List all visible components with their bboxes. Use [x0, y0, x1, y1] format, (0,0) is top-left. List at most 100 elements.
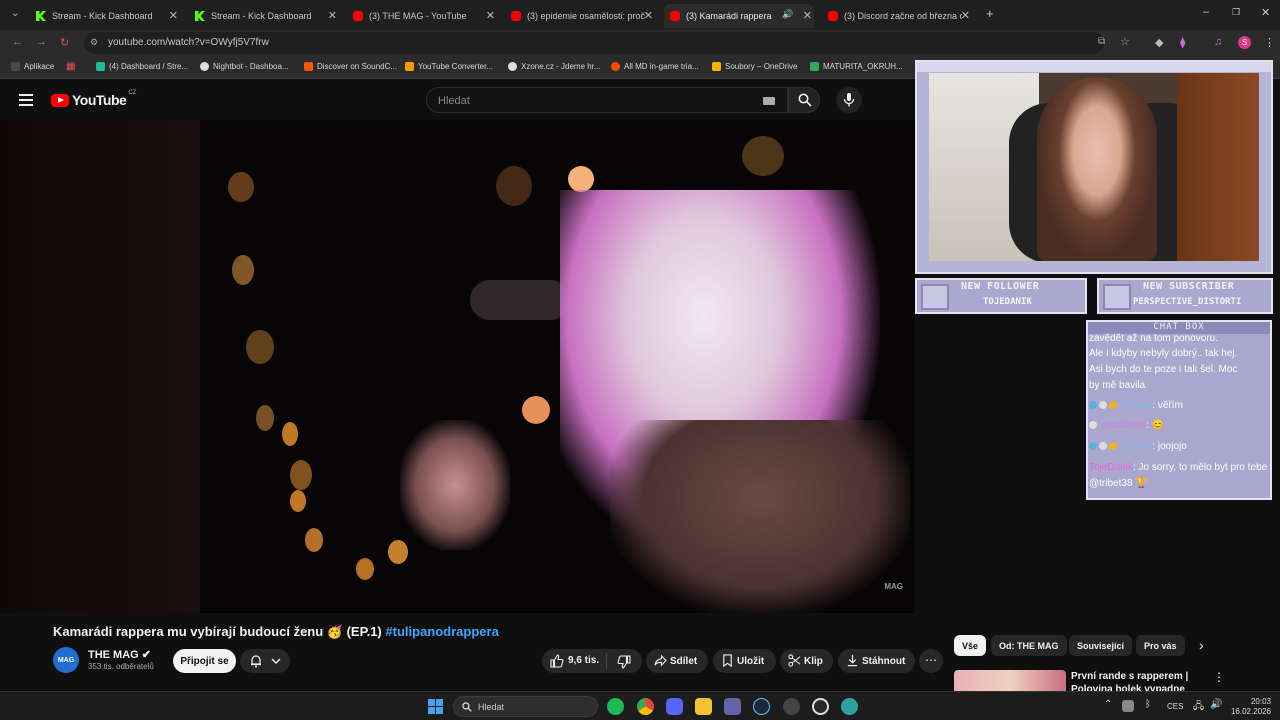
bookmark-xzone[interactable]: Xzone.cz - Jdeme hr... [508, 62, 601, 71]
download-button[interactable]: Stáhnout [838, 649, 915, 673]
speaker-icon[interactable]: 🔊 [782, 9, 793, 20]
maximize-icon[interactable]: ❐ [1232, 7, 1240, 18]
chat-box-overlay: CHAT BOX zavědět až na tom ponovoru. Ale… [1086, 320, 1272, 500]
url-text: youtube.com/watch?v=OWyfj5V7frw [108, 37, 269, 48]
bookmark-youtube-converter[interactable]: YouTube Converter... [405, 62, 493, 71]
chip-related[interactable]: Související [1069, 635, 1133, 656]
new-tab-button[interactable]: + [986, 6, 994, 21]
notifications-button[interactable] [240, 649, 290, 673]
close-tab-icon[interactable]: ✕ [961, 9, 970, 22]
puzzle-icon[interactable]: ⧫ [1180, 36, 1185, 49]
more-actions-button[interactable]: ⋯ [919, 649, 943, 673]
badge-icon [1109, 442, 1117, 451]
chip-for-you[interactable]: Pro vás [1136, 635, 1185, 656]
file-explorer-icon[interactable] [695, 698, 712, 715]
back-arrow-icon[interactable]: ← [12, 36, 23, 48]
bookmark-star-icon[interactable]: ☆ [1120, 35, 1130, 48]
clip-button[interactable]: Klip [780, 649, 833, 673]
channel-avatar[interactable]: MAG [53, 647, 79, 673]
close-window-icon[interactable]: ✕ [1261, 6, 1270, 19]
chip-from-channel[interactable]: Od: THE MAG [991, 635, 1067, 656]
channel-name[interactable]: THE MAG ✔ [88, 648, 151, 661]
youtube-logo[interactable]: YouTube CZ [51, 90, 136, 108]
reload-icon[interactable]: ↻ [60, 36, 69, 49]
search-input[interactable]: Hledat [426, 87, 788, 113]
bookmark-nightbot[interactable]: Nightbot - Dashboa... [200, 62, 289, 71]
volume-icon[interactable]: 🔊 [1210, 699, 1222, 710]
teams-icon[interactable] [724, 698, 741, 715]
chrome-icon[interactable] [637, 698, 654, 715]
clock[interactable]: 20:03 16.02.2026 [1229, 697, 1271, 717]
close-tab-icon[interactable]: ✕ [169, 9, 178, 22]
tray-app-icon[interactable] [1122, 700, 1134, 712]
tab-kick-dashboard-1[interactable]: Stream - Kick Dashboard ✕ [30, 4, 180, 28]
spotify-icon[interactable] [607, 698, 624, 715]
thumbs-up-icon [550, 654, 564, 668]
keyboard-icon[interactable] [763, 97, 775, 105]
like-button[interactable]: 9,6 tis. [542, 649, 606, 673]
discord-icon[interactable] [666, 698, 683, 715]
bokeh-light [356, 558, 374, 580]
profile-avatar[interactable]: S [1238, 36, 1251, 49]
join-button[interactable]: Připojit se [173, 649, 236, 673]
apps-grid-icon [11, 62, 20, 71]
channel-subscriber-count: 353 tis. odběratelů [88, 662, 154, 671]
new-subscriber-alert: NEW SUBSCRIBER PERSPECTIVE_DISTORTI [1097, 278, 1273, 314]
close-tab-icon[interactable]: ✕ [486, 9, 495, 22]
tab-list-chevron-icon[interactable]: ⌄ [11, 8, 19, 19]
xzone-icon [508, 62, 517, 71]
tab-the-mag-youtube[interactable]: (3) THE MAG - YouTube ✕ [347, 4, 497, 28]
chat-line: Ale i kdyby nebyly dobrý.. tak hej. [1089, 348, 1238, 359]
bokeh-light [496, 166, 532, 206]
steam-icon[interactable] [753, 698, 770, 715]
install-app-icon[interactable]: ⧉ [1098, 36, 1105, 47]
close-tab-icon[interactable]: ✕ [328, 9, 337, 22]
chevron-down-icon [271, 658, 281, 664]
minimize-icon[interactable]: – [1203, 6, 1209, 18]
chat-username: anickaxox [1101, 420, 1147, 431]
bookmark-dashboard[interactable]: (4) Dashboard / Stre... [96, 62, 188, 71]
kick-icon [36, 11, 46, 21]
voice-search-button[interactable] [836, 87, 862, 113]
recommended-video-menu-icon[interactable]: ⋮ [1213, 670, 1225, 684]
network-icon[interactable]: 🖧 [1193, 699, 1204, 716]
forward-arrow-icon[interactable]: → [36, 36, 47, 48]
menu-kebab-icon[interactable]: ⋮ [1264, 36, 1275, 49]
taskbar-search[interactable]: Hledat [453, 696, 598, 717]
address-bar[interactable]: ⚙ youtube.com/watch?v=OWyfj5V7frw ⧉ ☆ [84, 32, 1130, 54]
close-tab-icon[interactable]: ✕ [644, 9, 653, 22]
bokeh-light [256, 405, 274, 431]
bookmark-soundcloud[interactable]: Discover on SoundC... [304, 62, 397, 71]
tray-bluetooth-icon[interactable]: ᛒ [1145, 699, 1151, 710]
grid-icon[interactable]: ▦ [66, 61, 75, 72]
video-player[interactable]: MAG [0, 120, 915, 613]
tab-discord-zacne[interactable]: (3) Discord začne od března ov ✕ [822, 4, 972, 28]
youtube-icon [353, 11, 363, 21]
riot-icon[interactable] [783, 698, 800, 715]
media-control-icon[interactable]: ♫ [1214, 36, 1222, 48]
save-button[interactable]: Uložit [713, 649, 776, 673]
chevron-right-icon[interactable]: › [1199, 637, 1204, 653]
globe-icon[interactable] [841, 698, 858, 715]
tab-epidemie-osamelosti[interactable]: (3) epidemie osamělosti: proč s ✕ [505, 4, 655, 28]
windows-start-icon[interactable] [428, 699, 443, 714]
search-button[interactable] [788, 87, 820, 113]
input-language[interactable]: CES [1167, 702, 1183, 711]
bookmark-all-md[interactable]: All MD in-game tria... [611, 62, 699, 71]
video-hashtag[interactable]: #tulipanodrappera [385, 624, 498, 639]
bokeh-light [228, 172, 254, 202]
hamburger-menu-icon[interactable] [19, 94, 33, 106]
tray-overflow-icon[interactable]: ⌃ [1104, 699, 1112, 710]
extension-icon[interactable]: ◆ [1155, 36, 1163, 49]
close-tab-icon[interactable]: ✕ [803, 9, 812, 22]
bookmark-maturita[interactable]: MATURITA_OKRUH... [810, 62, 903, 71]
chip-all[interactable]: Vše [954, 635, 987, 656]
dislike-button[interactable] [607, 649, 642, 673]
bookmark-onedrive[interactable]: Soubory – OneDrive [712, 62, 797, 71]
tab-kick-dashboard-2[interactable]: Stream - Kick Dashboard ✕ [189, 4, 339, 28]
share-button[interactable]: Sdílet [646, 649, 708, 673]
ccleaner-icon[interactable] [812, 698, 829, 715]
bookmark-apps[interactable]: Aplikace [11, 62, 54, 71]
tab-kamaradi-rappera[interactable]: (3) Kamarádi rappera mu v 🔊 ✕ [664, 4, 814, 28]
site-info-icon[interactable]: ⚙ [90, 37, 98, 48]
